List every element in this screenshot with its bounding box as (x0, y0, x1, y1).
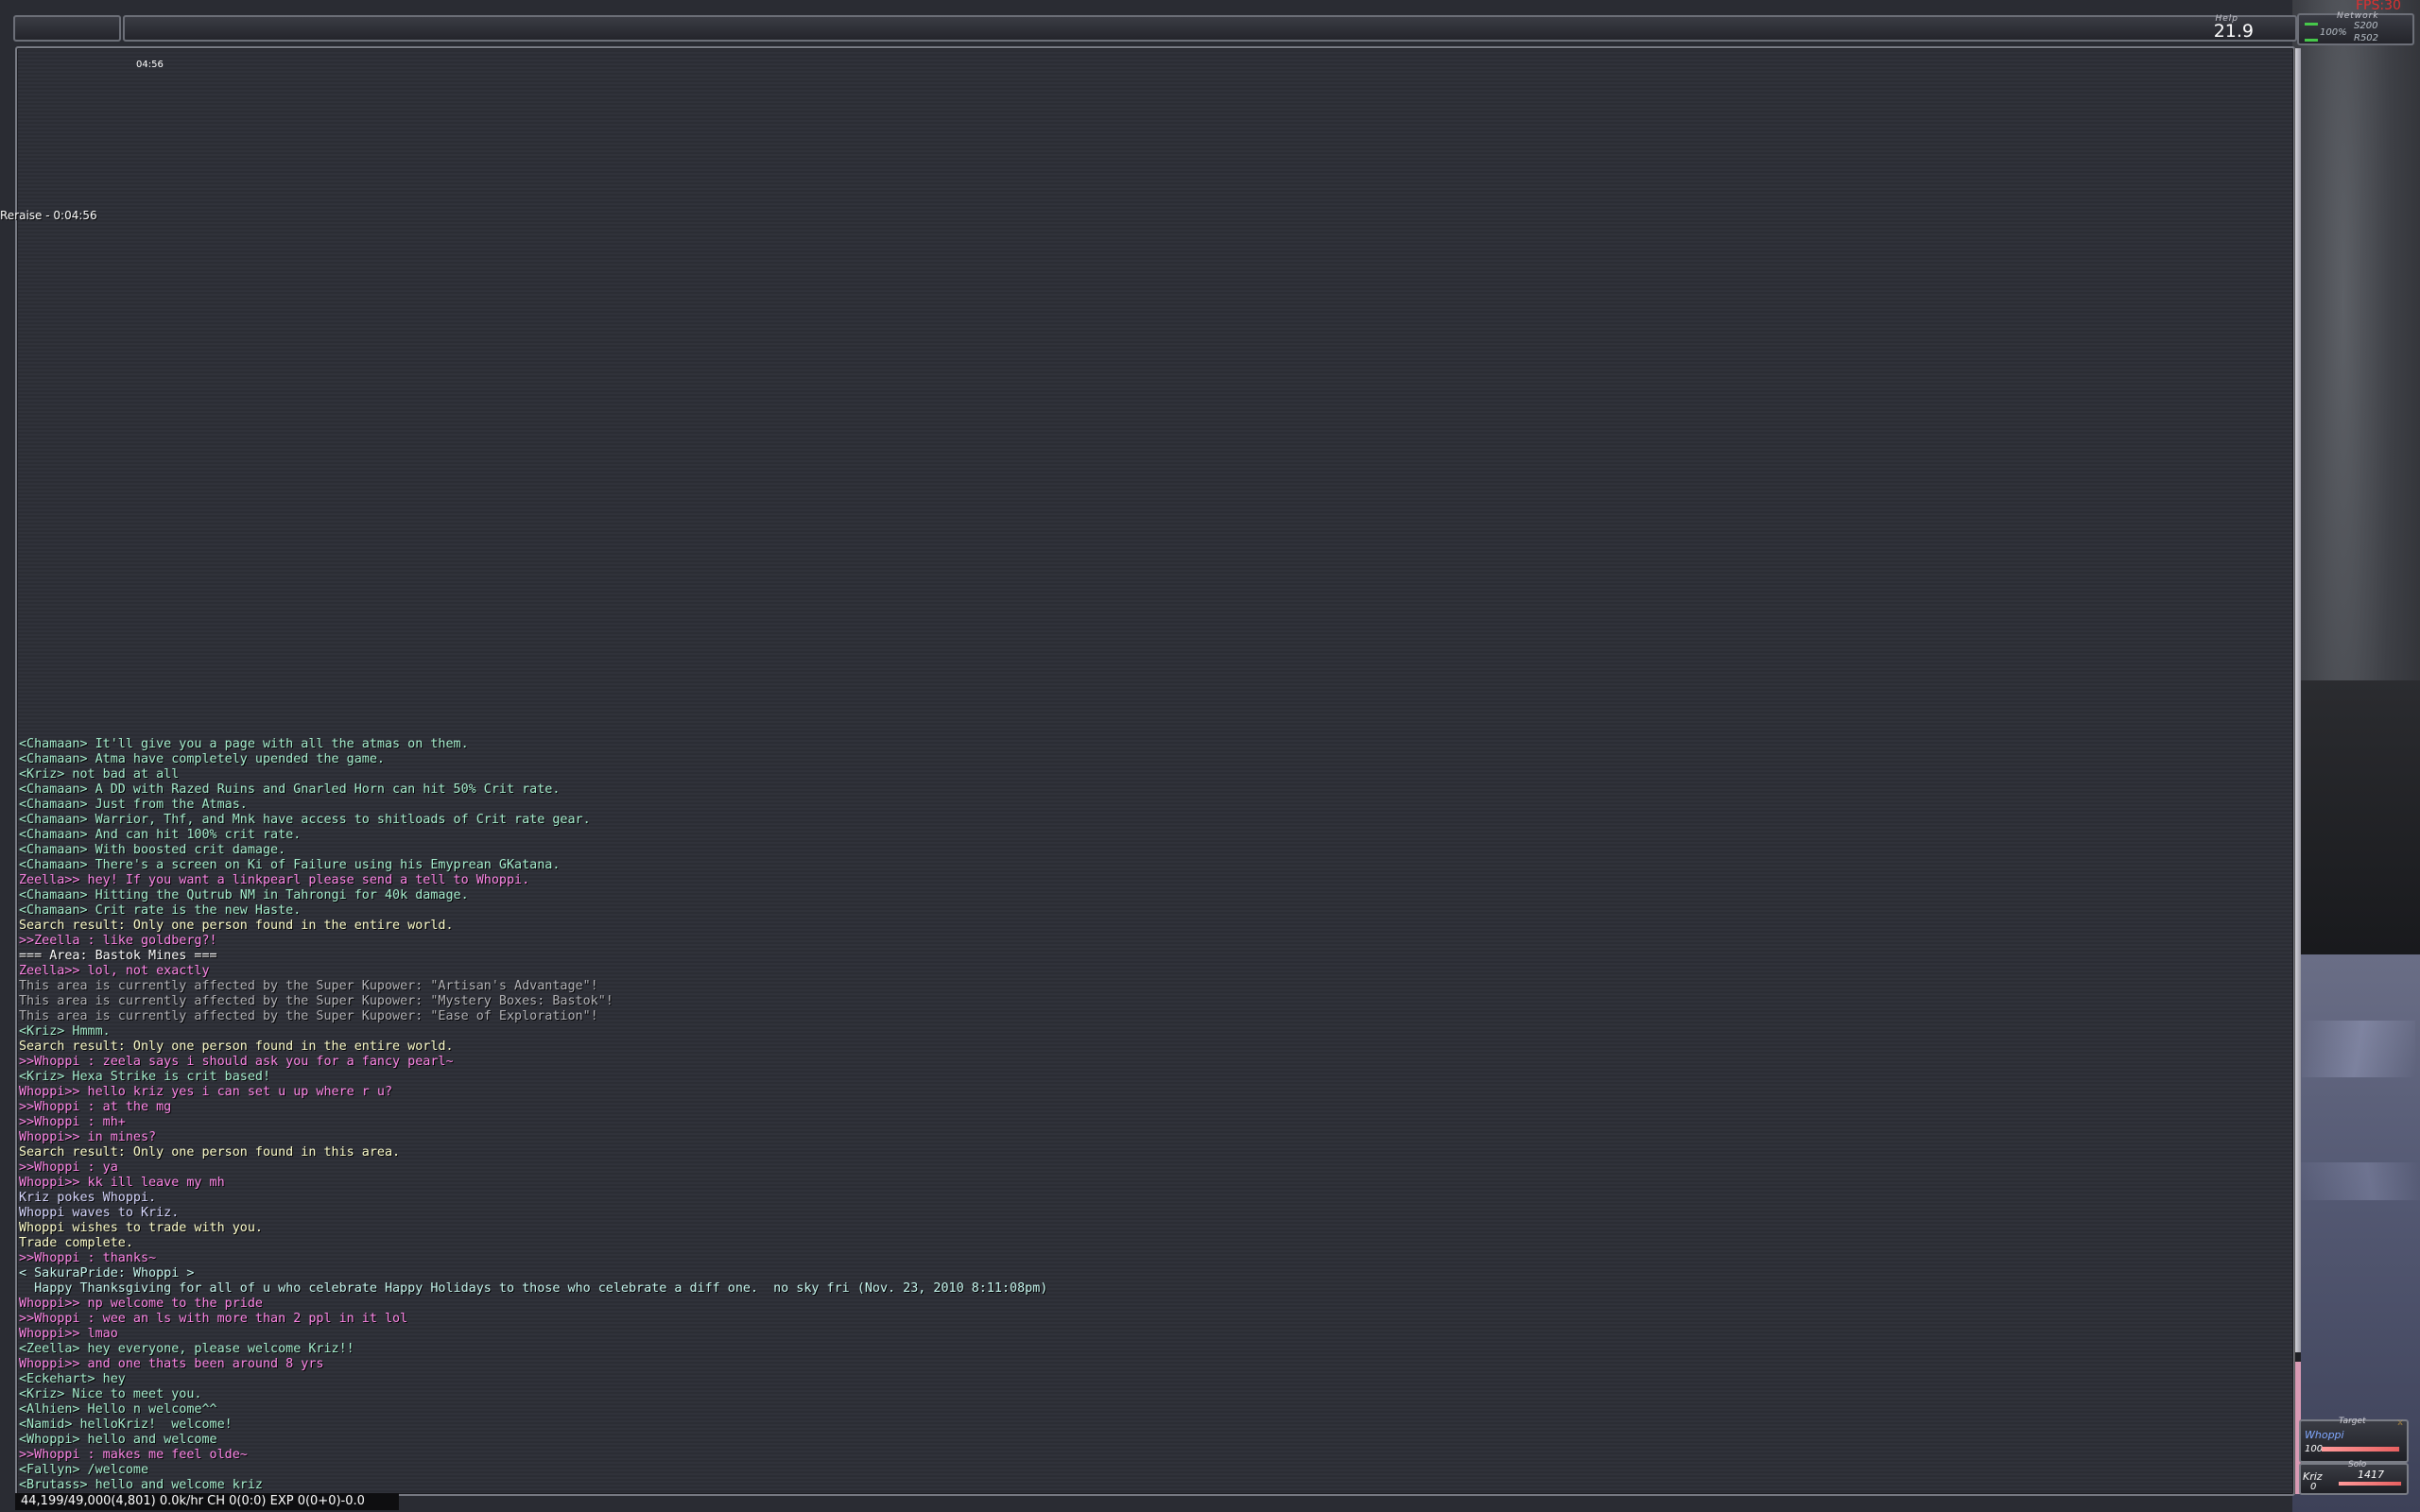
fps-value: 21.9 (2213, 21, 2254, 42)
target-hp-percent: 100 (2305, 1444, 2324, 1454)
chat-line: Zeella>> lol, not exactly (19, 964, 210, 978)
chat-line: <Kriz> Hmmm. (19, 1024, 111, 1039)
chat-line: <Chamaan> Hitting the Qutrub NM in Tahro… (19, 888, 469, 902)
chat-line: >>Zeella : like goldberg?! (19, 934, 217, 948)
target-hp-bar (2322, 1447, 2399, 1452)
chat-line: Trade complete. (19, 1236, 133, 1250)
chat-line: <Kriz> Hexa Strike is crit based! (19, 1070, 271, 1084)
party-hp-bar (2339, 1482, 2401, 1486)
chat-line: <Zeella> hey everyone, please welcome Kr… (19, 1342, 354, 1356)
chat-line: <Namid> helloKriz! welcome! (19, 1418, 233, 1432)
chat-line: <Whoppi> hello and welcome (19, 1433, 217, 1447)
chat-line: >>Whoppi : zeela says i should ask you f… (19, 1055, 454, 1069)
network-percent: 100% (2320, 27, 2347, 38)
network-rates: S200 R502 (2354, 20, 2378, 44)
exp-status-bar: 44,199/49,000(4,801) 0.0k/hr CH 0(0:0) E… (15, 1493, 399, 1510)
chat-line: Whoppi waves to Kriz. (19, 1206, 180, 1220)
chat-line: >>Whoppi : makes me feel olde~ (19, 1448, 248, 1462)
rock-shadow (2292, 680, 2420, 964)
chat-line: >>Whoppi : at the mg (19, 1100, 172, 1114)
target-window[interactable]: Target ⚔ Whoppi 100 (2299, 1417, 2409, 1463)
chat-line: Whoppi>> kk ill leave my mh (19, 1176, 225, 1190)
chat-line: Whoppi>> lmao (19, 1327, 118, 1341)
chat-line: <Chamaan> Atma have completely upended t… (19, 752, 385, 766)
reraise-timer: Reraise - 0:04:56 (0, 209, 97, 222)
floor-highlight (2302, 1021, 2415, 1077)
floor-highlight (2292, 1162, 2420, 1200)
target-name: Whoppi (2305, 1429, 2344, 1441)
chat-line: Search result: Only one person found in … (19, 1040, 454, 1054)
chat-line: < SakuraPride: Whoppi > (19, 1266, 195, 1280)
party-member-mp: 0 (2310, 1482, 2317, 1492)
chat-line: <Chamaan> With boosted crit damage. (19, 843, 286, 857)
fps-overlay: FPS:30 (2356, 0, 2401, 13)
game-world-backdrop (2292, 0, 2420, 1512)
chat-line: <Chamaan> It'll give you a page with all… (19, 737, 469, 751)
chat-line: This area is currently affected by the S… (19, 979, 598, 993)
chat-line: <Chamaan> Just from the Atmas. (19, 798, 248, 812)
chat-line: >>Whoppi : thanks~ (19, 1251, 157, 1265)
clock: 04:56 (136, 60, 164, 70)
chat-line: Whoppi>> np welcome to the pride (19, 1297, 263, 1311)
chat-line: >>Whoppi : mh+ (19, 1115, 126, 1129)
top-bar-left-panel (13, 15, 121, 42)
network-send: S200 (2354, 21, 2378, 31)
chat-line: <Alhien> Hello n welcome^^ (19, 1402, 217, 1417)
help-bar[interactable]: Help 21.9 (123, 14, 2297, 42)
chat-line: === Area: Bastok Mines === (19, 949, 217, 963)
chat-line: Whoppi>> in mines? (19, 1130, 157, 1144)
chat-line: Whoppi>> and one thats been around 8 yrs (19, 1357, 324, 1371)
chat-line: <Chamaan> Warrior, Thf, and Mnk have acc… (19, 813, 591, 827)
chat-line: <Chamaan> There's a screen on Ki of Fail… (19, 858, 561, 872)
chat-line: Kriz pokes Whoppi. (19, 1191, 157, 1205)
target-lock-icon: ⚔ (2396, 1418, 2403, 1428)
chat-line: Happy Thanksgiving for all of u who cele… (19, 1281, 1048, 1296)
target-label: Target (2339, 1417, 2366, 1426)
signal-icon (2305, 23, 2318, 42)
chat-line: <Kriz> Nice to meet you. (19, 1387, 202, 1401)
chat-scrollbar-thumb[interactable] (2295, 48, 2301, 1352)
chat-line: <Fallyn> /welcome (19, 1463, 149, 1477)
chat-line: <Brutass> hello and welcome kriz (19, 1478, 263, 1492)
chat-lines: <Chamaan> It'll give you a page with all… (19, 737, 2269, 1493)
chat-line: Whoppi wishes to trade with you. (19, 1221, 263, 1235)
chat-line: <Eckehart> hey (19, 1372, 126, 1386)
chat-line: Search result: Only one person found in … (19, 1145, 401, 1160)
party-hp-fill (2339, 1482, 2401, 1486)
chat-line: This area is currently affected by the S… (19, 1009, 598, 1023)
chat-line: This area is currently affected by the S… (19, 994, 614, 1008)
chat-line: <Chamaan> And can hit 100% crit rate. (19, 828, 302, 842)
network-recv: R502 (2354, 33, 2379, 43)
chat-line: Search result: Only one person found in … (19, 919, 454, 933)
chat-line: >>Whoppi : ya (19, 1160, 118, 1175)
target-hp-fill (2322, 1447, 2399, 1452)
chat-line: Whoppi>> hello kriz yes i can set u up w… (19, 1085, 393, 1099)
network-status: Network 100% S200 R502 (2297, 11, 2414, 45)
chat-line: <Kriz> not bad at all (19, 767, 180, 782)
chat-line: Zeella>> hey! If you want a linkpearl pl… (19, 873, 530, 887)
party-member-hp: 1417 (2358, 1469, 2384, 1481)
chat-line: <Chamaan> A DD with Razed Ruins and Gnar… (19, 782, 561, 797)
chat-line: <Chamaan> Crit rate is the new Haste. (19, 903, 302, 918)
chat-line: >>Whoppi : wee an ls with more than 2 pp… (19, 1312, 408, 1326)
party-window[interactable]: Solo Kriz 1417 0 (2299, 1460, 2409, 1495)
top-bar: Help 21.9 (13, 14, 2297, 43)
